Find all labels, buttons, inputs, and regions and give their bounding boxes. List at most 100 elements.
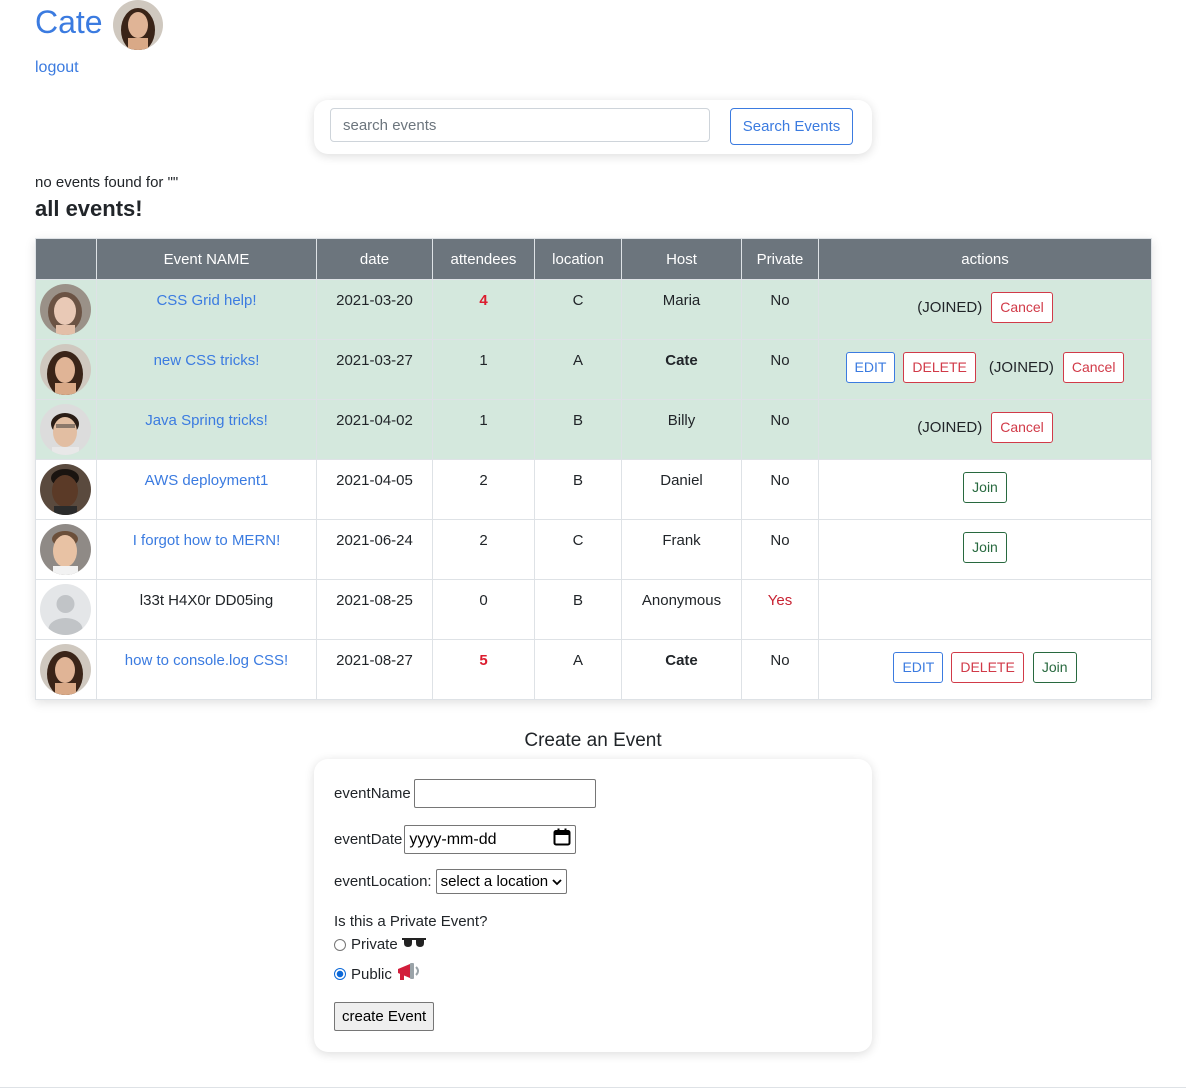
event-name-label: eventName <box>334 785 411 802</box>
event-name-link[interactable]: I forgot how to MERN! <box>133 532 281 549</box>
attendee-count: 4 <box>479 292 488 309</box>
attendee-count: 2 <box>432 459 535 520</box>
delete-button[interactable]: DELETE <box>903 352 976 383</box>
joined-status: (JOINED) <box>917 299 983 316</box>
event-date: 2021-06-24 <box>316 519 433 580</box>
chevron-down-icon <box>552 878 562 885</box>
event-name-link[interactable]: Java Spring tricks! <box>145 412 268 429</box>
column-header-private: Private <box>741 238 819 280</box>
event-name-link[interactable]: how to console.log CSS! <box>125 652 288 669</box>
event-date: 2021-08-27 <box>316 639 433 700</box>
table-row: AWS deployment1 2021-04-05 2 B Daniel No… <box>35 459 1152 520</box>
column-header-location: location <box>534 238 622 280</box>
event-name-input[interactable] <box>413 779 596 808</box>
host-avatar <box>40 344 91 395</box>
event-private: No <box>741 639 819 700</box>
events-table: Event NAME date attendees location Host … <box>35 238 1152 700</box>
edit-button[interactable]: EDIT <box>845 352 896 383</box>
event-location: B <box>534 399 622 460</box>
event-location: B <box>534 459 622 520</box>
public-radio[interactable] <box>334 968 346 980</box>
event-name: l33t H4X0r DD05ing <box>139 592 274 609</box>
event-private: No <box>741 279 819 340</box>
event-name-link[interactable]: new CSS tricks! <box>154 352 260 369</box>
event-location: C <box>534 279 622 340</box>
column-header-attendees: attendees <box>432 238 535 280</box>
event-host: Billy <box>621 399 742 460</box>
event-name-link[interactable]: CSS Grid help! <box>156 292 256 309</box>
create-event-button[interactable]: create Event <box>334 1002 435 1031</box>
column-header-avatar <box>35 238 97 280</box>
column-header-host: Host <box>621 238 742 280</box>
cancel-button[interactable]: Cancel <box>1062 352 1125 383</box>
edit-button[interactable]: EDIT <box>893 652 944 683</box>
event-date: 2021-03-20 <box>316 279 433 340</box>
joined-status: (JOINED) <box>917 419 983 436</box>
attendee-count: 2 <box>432 519 535 580</box>
column-header-event-name: Event NAME <box>96 238 317 280</box>
create-event-form: eventName eventDate yyyy-mm-dd eventLoca… <box>314 759 872 1052</box>
attendee-count: 5 <box>479 652 488 669</box>
event-date: 2021-04-05 <box>316 459 433 520</box>
attendee-count: 1 <box>432 339 535 400</box>
username: Cate <box>35 3 103 40</box>
table-row: Java Spring tricks! 2021-04-02 1 B Billy… <box>35 399 1152 460</box>
user-header: Cate <box>35 0 163 50</box>
event-location: C <box>534 519 622 580</box>
private-radio[interactable] <box>334 938 346 951</box>
public-option-label: Public <box>351 965 392 983</box>
cancel-button[interactable]: Cancel <box>991 412 1053 443</box>
event-private: Yes <box>767 592 793 609</box>
event-location: A <box>534 639 622 700</box>
host-avatar <box>40 284 91 335</box>
logout-link[interactable]: logout <box>35 59 79 77</box>
column-header-actions: actions <box>818 238 1152 280</box>
event-name-link[interactable]: AWS deployment1 <box>145 472 269 489</box>
event-host: Cate <box>665 352 698 369</box>
event-location-selected: select a location <box>440 873 549 890</box>
join-button[interactable]: Join <box>1032 652 1077 683</box>
join-button[interactable]: Join <box>963 532 1007 563</box>
search-events-button[interactable]: Search Events <box>730 108 853 145</box>
delete-button[interactable]: DELETE <box>951 652 1024 683</box>
results-message: no events found for "" <box>35 174 179 191</box>
event-private: No <box>741 459 819 520</box>
event-private: No <box>741 519 819 580</box>
attendee-count: 1 <box>432 399 535 460</box>
empty-actions <box>818 579 1152 640</box>
event-host: Anonymous <box>621 579 742 640</box>
event-date-placeholder: yyyy-mm-dd <box>409 830 497 848</box>
host-avatar <box>40 464 91 515</box>
table-header-row: Event NAME date attendees location Host … <box>35 238 1152 280</box>
cancel-button[interactable]: Cancel <box>991 292 1053 323</box>
search-input[interactable] <box>330 108 710 142</box>
event-date: 2021-08-25 <box>316 579 433 640</box>
table-row: how to console.log CSS! 2021-08-27 5 A C… <box>35 639 1152 700</box>
event-date-input[interactable]: yyyy-mm-dd <box>404 825 577 854</box>
attendee-count: 0 <box>432 579 535 640</box>
event-date-label: eventDate <box>334 831 403 848</box>
user-avatar <box>112 0 163 50</box>
sunglasses-icon <box>401 936 426 953</box>
create-event-title: Create an Event <box>524 730 662 751</box>
column-header-date: date <box>316 238 433 280</box>
event-private: No <box>741 399 819 460</box>
megaphone-icon <box>396 962 422 986</box>
event-host: Frank <box>621 519 742 580</box>
private-option-label: Private <box>351 936 398 953</box>
host-avatar <box>40 524 91 575</box>
table-row: I forgot how to MERN! 2021-06-24 2 C Fra… <box>35 519 1152 580</box>
host-avatar <box>40 404 91 455</box>
footer-divider <box>0 1087 1186 1088</box>
event-location: B <box>534 579 622 640</box>
events-list-title: all events! <box>35 196 143 221</box>
join-button[interactable]: Join <box>963 472 1007 503</box>
calendar-icon[interactable] <box>553 828 571 851</box>
event-location-select[interactable]: select a location <box>435 869 568 894</box>
table-row: l33t H4X0r DD05ing 2021-08-25 0 B Anonym… <box>35 579 1152 640</box>
table-row: new CSS tricks! 2021-03-27 1 A Cate No E… <box>35 339 1152 400</box>
private-question: Is this a Private Event? <box>334 913 488 930</box>
event-private: No <box>741 339 819 400</box>
table-row: CSS Grid help! 2021-03-20 4 C Maria No (… <box>35 279 1152 340</box>
event-location: A <box>534 339 622 400</box>
